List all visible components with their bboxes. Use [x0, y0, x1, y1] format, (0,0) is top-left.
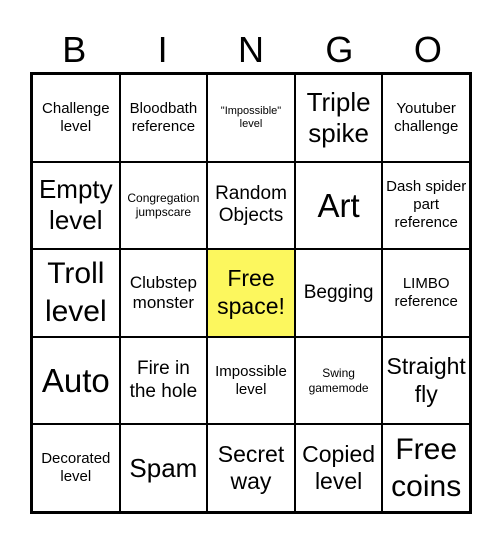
bingo-cell[interactable]: Straight fly — [382, 336, 470, 425]
free-space-cell[interactable]: Free space! — [207, 249, 295, 337]
bingo-cell[interactable]: Impossible level — [207, 336, 295, 425]
bingo-cell[interactable]: Copied level — [294, 424, 383, 512]
header-letter-o: O — [413, 29, 442, 70]
bingo-cell[interactable]: Congregation jumpscare — [119, 161, 208, 250]
bingo-cell[interactable]: Spam — [119, 424, 208, 512]
header-letter-g: G — [325, 29, 354, 70]
bingo-cell[interactable]: "Impossible" level — [207, 74, 295, 162]
bingo-cell[interactable]: Dash spider part reference — [382, 161, 470, 250]
bingo-grid: Challenge level Bloodbath reference "Imp… — [30, 72, 472, 514]
bingo-cell[interactable]: Clubstep monster — [119, 249, 208, 337]
bingo-cell[interactable]: Fire in the hole — [119, 336, 208, 425]
bingo-cell[interactable]: Begging — [294, 249, 383, 337]
bingo-cell[interactable]: Swing gamemode — [294, 336, 383, 425]
bingo-cell[interactable]: LIMBO reference — [382, 249, 470, 337]
bingo-cell[interactable]: Art — [294, 161, 383, 250]
bingo-cell[interactable]: Decorated level — [32, 424, 120, 512]
bingo-cell[interactable]: Auto — [32, 336, 120, 425]
header-letter-b: B — [62, 29, 87, 70]
bingo-cell[interactable]: Youtuber challenge — [382, 74, 470, 162]
bingo-cell[interactable]: Secret way — [207, 424, 295, 512]
bingo-cell[interactable]: Troll level — [32, 249, 120, 337]
bingo-cell[interactable]: Triple spike — [294, 74, 383, 162]
header-letter-n: N — [238, 29, 265, 70]
bingo-cell[interactable]: Free coins — [382, 424, 470, 512]
header-letter-i: I — [157, 29, 168, 70]
bingo-cell[interactable]: Challenge level — [32, 74, 120, 162]
bingo-cell[interactable]: Empty level — [32, 161, 120, 250]
bingo-cell[interactable]: Bloodbath reference — [119, 74, 208, 162]
bingo-header: B I N G O — [30, 28, 472, 72]
bingo-cell[interactable]: Random Objects — [207, 161, 295, 250]
